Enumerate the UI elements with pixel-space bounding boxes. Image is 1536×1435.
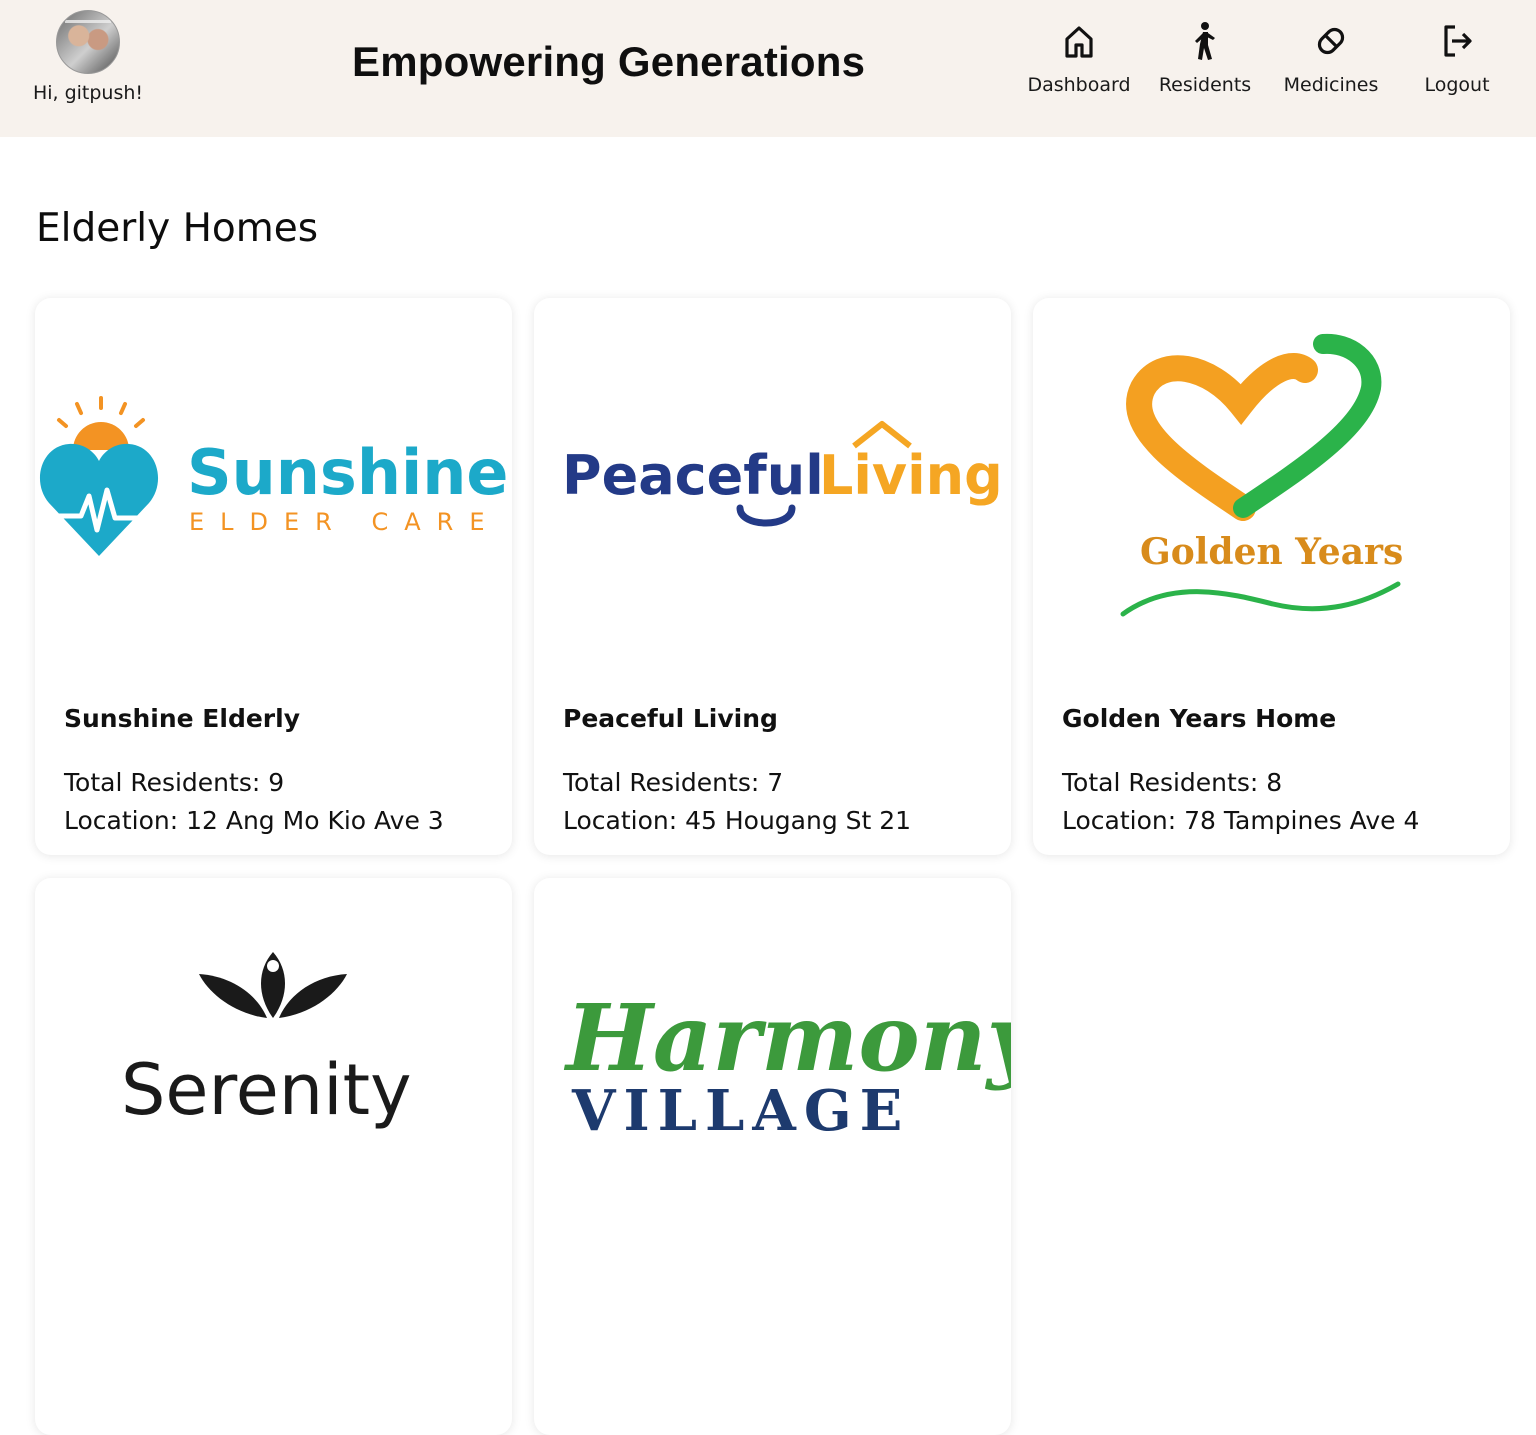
logout-icon: [1444, 25, 1472, 57]
sunshine-logo: Sunshine ELDER CARE: [37, 396, 508, 556]
home-location: Location: 45 Hougang St 21: [563, 806, 912, 835]
top-navbar: Hi, gitpush! Empowering Generations Dash…: [0, 0, 1536, 137]
home-name: Golden Years Home: [1062, 704, 1337, 733]
nav-medicines[interactable]: Medicines: [1268, 20, 1394, 96]
home-info: Total Residents: 9 Location: 12 Ang Mo K…: [64, 764, 444, 840]
home-icon: [1065, 26, 1093, 58]
pill-icon: [1317, 27, 1345, 55]
harmony-logo-text: Harmony: [563, 984, 1011, 1092]
harmony-village-logo: Harmony VILLAGE: [563, 984, 1011, 1144]
home-info: Total Residents: 7 Location: 45 Hougang …: [563, 764, 911, 840]
nav-residents[interactable]: Residents: [1142, 20, 1268, 96]
home-card-sunshine[interactable]: Sunshine ELDER CARE Sunshine Elderly Tot…: [35, 298, 512, 855]
user-profile[interactable]: Hi, gitpush!: [28, 10, 148, 104]
home-card-serenity[interactable]: Serenity: [35, 878, 512, 1435]
golden-years-logo-text: Golden Years: [1140, 531, 1403, 573]
living-logo-text: Living: [819, 444, 1003, 507]
serenity-logo: Serenity: [121, 952, 412, 1131]
serenity-logo-text: Serenity: [121, 1049, 412, 1131]
home-card-peaceful-living[interactable]: Peaceful Living Peaceful Living Total Re…: [534, 298, 1011, 855]
golden-years-logo: Golden Years: [1120, 333, 1403, 617]
nav-logout[interactable]: Logout: [1394, 20, 1520, 96]
avatar[interactable]: [56, 10, 120, 74]
home-name: Sunshine Elderly: [64, 704, 300, 733]
home-card-harmony-village[interactable]: Harmony VILLAGE: [534, 878, 1011, 1435]
main-nav: Dashboard Residents Medicines Logout: [1016, 20, 1520, 96]
home-location: Location: 12 Ang Mo Kio Ave 3: [64, 806, 444, 835]
nav-dashboard[interactable]: Dashboard: [1016, 20, 1142, 96]
home-residents: Total Residents: 9: [64, 768, 285, 797]
village-logo-text: VILLAGE: [571, 1078, 910, 1144]
home-info: Total Residents: 8 Location: 78 Tampines…: [1062, 764, 1419, 840]
home-card-golden-years[interactable]: Golden Years Golden Years Home Total Res…: [1033, 298, 1510, 855]
nav-medicines-label: Medicines: [1283, 74, 1379, 96]
home-residents: Total Residents: 7: [563, 768, 784, 797]
home-location: Location: 78 Tampines Ave 4: [1062, 806, 1420, 835]
peaceful-living-logo: Peaceful Living: [562, 421, 1003, 527]
peaceful-logo-text: Peaceful: [562, 444, 824, 507]
nav-residents-label: Residents: [1158, 74, 1252, 96]
nav-dashboard-label: Dashboard: [1027, 74, 1131, 96]
sunshine-logo-text: Sunshine: [187, 436, 508, 509]
page-title: Elderly Homes: [36, 206, 319, 251]
home-residents: Total Residents: 8: [1062, 768, 1283, 797]
app-title: Empowering Generations: [352, 38, 866, 85]
user-greeting: Hi, gitpush!: [32, 82, 144, 104]
home-name: Peaceful Living: [563, 704, 778, 733]
sunshine-logo-subtext: ELDER CARE: [189, 508, 501, 536]
person-walking-icon: [1195, 22, 1215, 60]
nav-logout-label: Logout: [1424, 74, 1490, 96]
